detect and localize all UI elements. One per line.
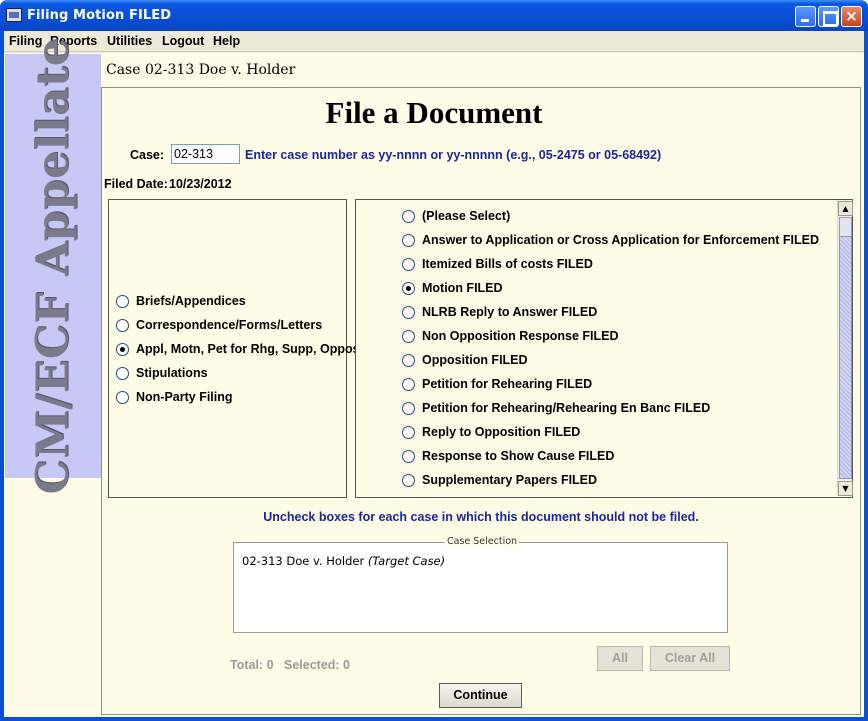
radio-button[interactable]	[402, 306, 415, 319]
category-list: Briefs/Appendices Correspondence/Forms/L…	[108, 199, 360, 498]
app-window: Filing Motion FILED × Filing Reports Uti…	[0, 0, 868, 721]
radio-button[interactable]	[402, 402, 415, 415]
case-label: Case:	[130, 148, 165, 162]
uncheck-instruction: Uncheck boxes for each case in which thi…	[263, 510, 699, 524]
radio-button[interactable]	[402, 474, 415, 487]
clear-all-button[interactable]: Clear All	[650, 646, 730, 671]
menu-logout[interactable]: Logout	[162, 34, 204, 48]
minimize-button[interactable]	[795, 6, 816, 27]
radio-button[interactable]	[402, 210, 415, 223]
case-selection-item[interactable]: 02-313 Doe v. Holder (Target Case)	[242, 554, 445, 568]
maximize-button[interactable]	[818, 6, 839, 27]
radio-button[interactable]	[116, 295, 129, 308]
menu-bar: Filing Reports Utilities Logout Help	[4, 31, 864, 52]
case-header: Case 02-313 Doe v. Holder	[106, 62, 296, 78]
radio-button[interactable]	[402, 258, 415, 271]
filed-date-value: 10/23/2012	[169, 177, 232, 191]
radio-button[interactable]	[402, 330, 415, 343]
scroll-thumb-grip[interactable]	[839, 217, 852, 237]
scroll-thumb[interactable]	[839, 217, 852, 479]
radio-button[interactable]	[116, 367, 129, 380]
document-type-list: (Please Select) Answer to Application or…	[355, 199, 853, 498]
window-client-area: Filing Reports Utilities Logout Help CM/…	[4, 31, 864, 717]
close-button[interactable]: ×	[841, 6, 862, 27]
title-bar[interactable]: Filing Motion FILED ×	[0, 0, 868, 31]
radio-button[interactable]	[402, 354, 415, 367]
scroll-up-arrow-icon[interactable]: ▲	[838, 201, 853, 216]
radio-button-selected[interactable]	[402, 282, 415, 295]
scroll-down-arrow-icon[interactable]: ▼	[838, 481, 853, 496]
radio-button[interactable]	[402, 234, 415, 247]
page-title: File a Document	[325, 95, 543, 130]
case-selection-legend: Case Selection	[445, 536, 520, 547]
continue-button[interactable]: Continue	[439, 683, 522, 708]
case-number-input[interactable]	[171, 144, 240, 164]
java-app-icon	[6, 8, 22, 22]
vertical-scrollbar[interactable]: ▲ ▼	[837, 201, 853, 496]
radio-button[interactable]	[402, 450, 415, 463]
case-selection-case: 02-313 Doe v. Holder	[242, 554, 365, 568]
close-icon: ×	[845, 7, 858, 25]
radio-button[interactable]	[402, 426, 415, 439]
menu-help[interactable]: Help	[213, 34, 240, 48]
select-all-button[interactable]: All	[597, 646, 643, 671]
filed-date-label: Filed Date:	[104, 177, 168, 191]
selected-count: Selected: 0	[284, 658, 351, 672]
radio-button[interactable]	[116, 391, 129, 404]
case-number-hint: Enter case number as yy-nnnn or yy-nnnnn…	[245, 148, 662, 162]
radio-button[interactable]	[116, 319, 129, 332]
case-selection-note: (Target Case)	[367, 554, 446, 568]
radio-button-selected[interactable]	[116, 343, 129, 356]
window-title: Filing Motion FILED	[27, 8, 172, 23]
menu-utilities[interactable]: Utilities	[107, 34, 152, 48]
radio-button[interactable]	[402, 378, 415, 391]
total-count: Total: 0	[230, 658, 274, 672]
